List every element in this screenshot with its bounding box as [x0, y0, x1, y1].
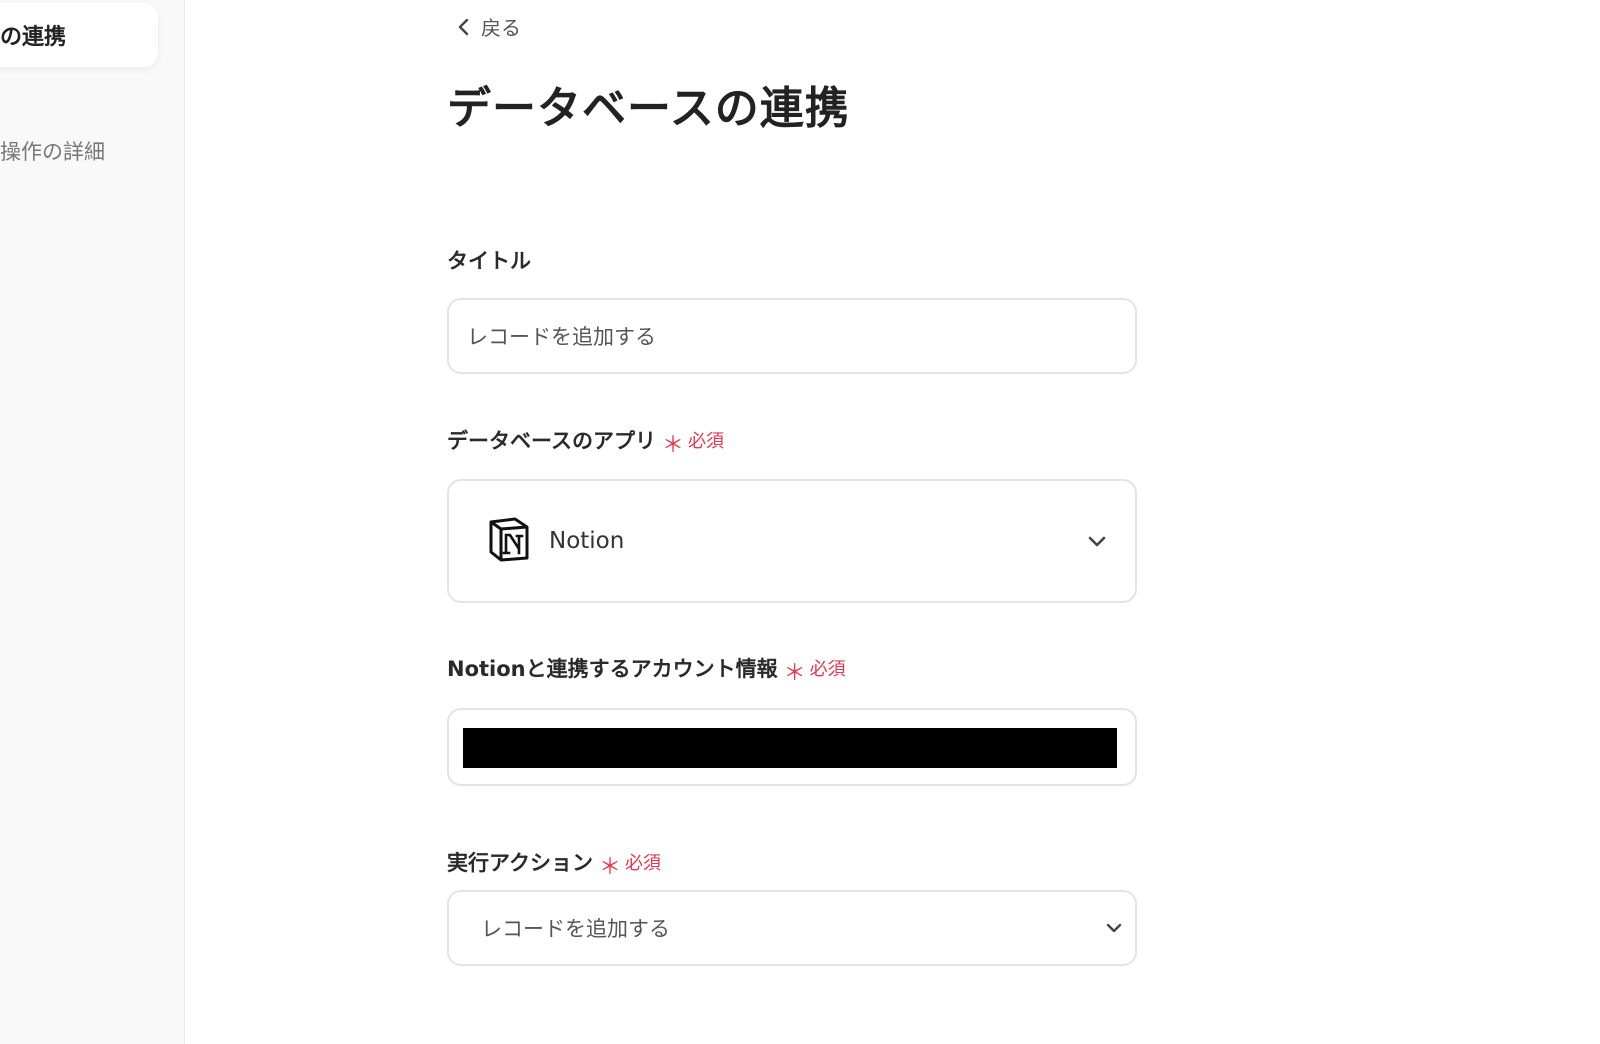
sidebar-item-connection[interactable]: の連携 [0, 3, 158, 67]
field-label-text: Notionと連携するアカウント情報 [447, 657, 778, 681]
title-input-value: レコードを追加する [467, 325, 656, 349]
page: の連携 操作の詳細 戻る データベースの連携 タイトル レコードを追加する デー… [0, 0, 1600, 1044]
sidebar-item-label: 操作の詳細 [0, 140, 105, 164]
app-select[interactable]: Notion [447, 479, 1137, 603]
sidebar-item-operation-details[interactable]: 操作の詳細 [0, 136, 105, 166]
required-text: 必須 [687, 431, 724, 452]
chevron-down-icon [1087, 534, 1107, 548]
required-badge: ＊ 必須 [598, 846, 661, 880]
action-select-value: レコードを追加する [481, 917, 670, 941]
required-badge: ＊ 必須 [661, 424, 724, 458]
field-label-text: 実行アクション [447, 851, 593, 875]
selected-app-name: Notion [549, 528, 625, 554]
action-select[interactable]: レコードを追加する [447, 890, 1137, 966]
account-field-label: Notionと連携するアカウント情報 ＊ 必須 [447, 652, 846, 686]
required-badge: ＊ 必須 [783, 652, 846, 686]
required-mark: ＊ [661, 433, 684, 458]
sidebar: の連携 操作の詳細 [0, 0, 185, 1044]
required-text: 必須 [624, 853, 661, 874]
redacted-account-info [463, 728, 1117, 768]
chevron-down-icon [1105, 922, 1123, 934]
account-select[interactable] [447, 708, 1137, 786]
title-input[interactable]: レコードを追加する [447, 298, 1137, 374]
notion-logo-icon [487, 516, 531, 566]
required-mark: ＊ [598, 855, 621, 880]
action-field-label: 実行アクション ＊ 必須 [447, 846, 661, 880]
required-mark: ＊ [783, 661, 806, 686]
back-button[interactable]: 戻る [457, 12, 521, 41]
title-field-label: タイトル [447, 245, 531, 275]
app-field-label: データベースのアプリ ＊ 必須 [447, 424, 724, 458]
chevron-left-icon [457, 17, 471, 37]
required-text: 必須 [809, 659, 846, 680]
field-label-text: データベースのアプリ [447, 429, 656, 453]
back-label: 戻る [481, 16, 521, 40]
sidebar-item-label: の連携 [0, 25, 67, 50]
page-title: データベースの連携 [447, 83, 850, 134]
field-label-text: タイトル [447, 249, 531, 273]
